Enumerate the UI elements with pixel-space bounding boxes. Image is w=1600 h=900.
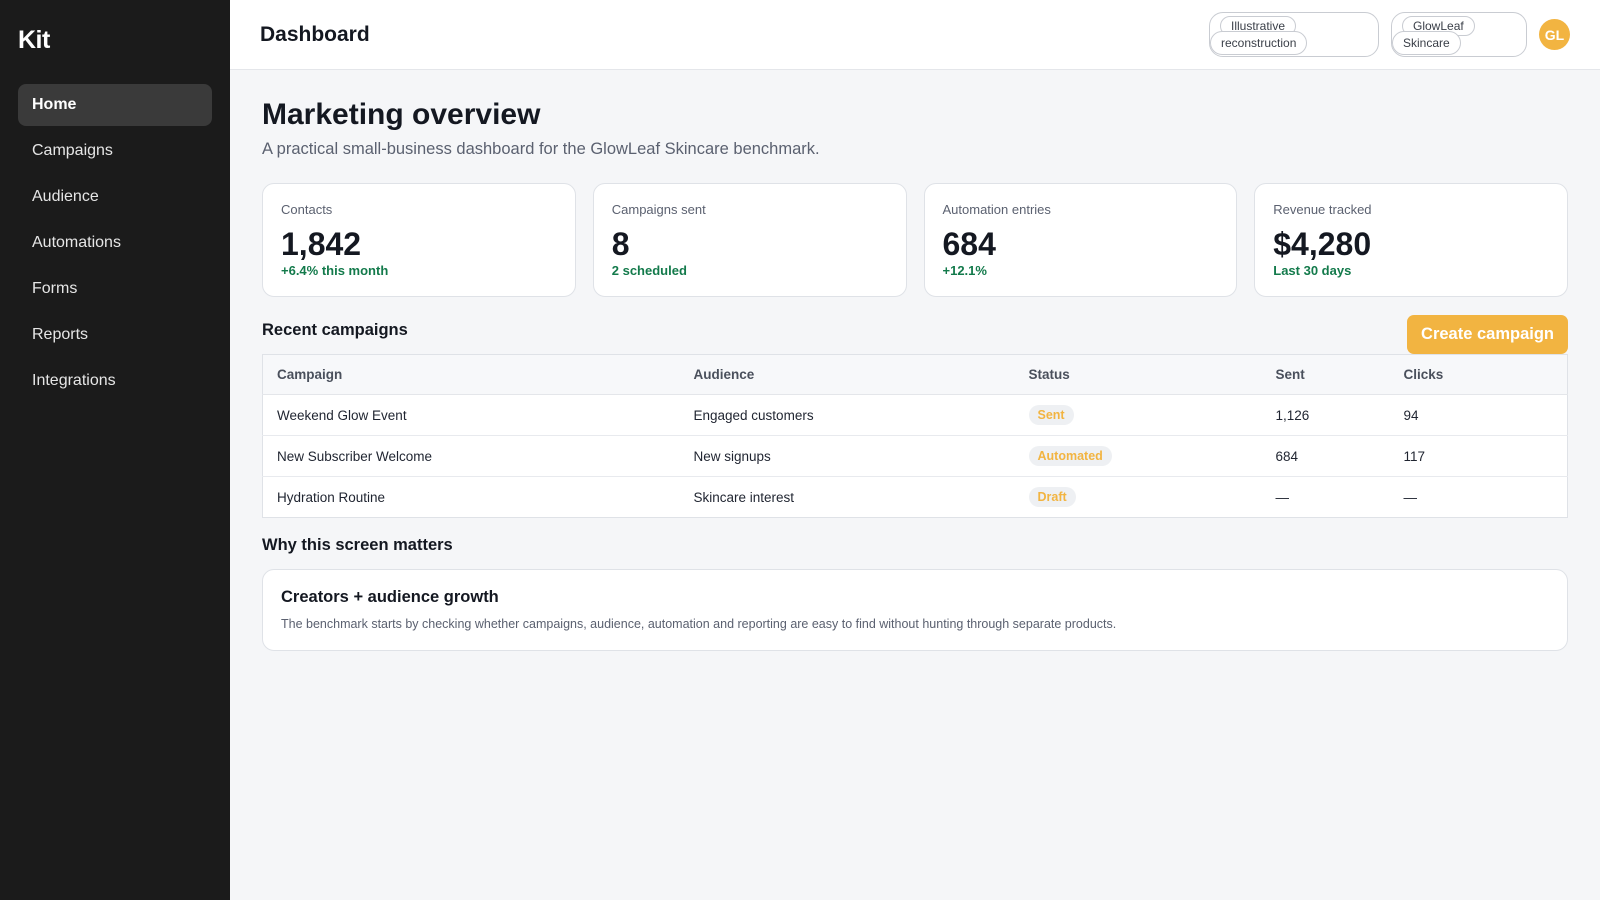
cell-clicks: 117 [1389,435,1568,477]
header-title: Dashboard [260,22,370,46]
main-area: Dashboard Illustrative reconstruction Gl… [230,0,1600,900]
sidebar-item-integrations[interactable]: Integrations [18,360,212,402]
cell-campaign[interactable]: New Subscriber Welcome [262,435,680,477]
stat-value: $4,280 [1273,226,1372,262]
sidebar-item-reports[interactable]: Reports [18,314,212,356]
avatar[interactable]: GL [1539,19,1570,50]
recent-campaigns-header: Recent campaigns Create campaign [262,315,1568,354]
cell-clicks: — [1403,489,1418,505]
stat-value: 1,842 [281,226,362,262]
status-badge: Automated [1028,446,1112,466]
stat-label: Revenue tracked [1273,202,1372,217]
reconstruction-chip[interactable]: Illustrative reconstruction [1209,12,1379,57]
status-badge: Draft [1028,487,1076,507]
column-header-audience[interactable]: Audience [679,354,1015,395]
table-row[interactable]: Weekend Glow Event Engaged customers Sen… [262,394,1568,436]
dashboard-content: Marketing overview A practical small-bus… [230,70,1600,651]
info-card: Creators + audience growth The benchmark… [262,569,1568,651]
cell-sent: 684 [1261,435,1390,477]
sidebar-item-home[interactable]: Home [18,84,212,126]
stat-value: 684 [942,226,996,262]
cell-campaign[interactable]: Hydration Routine [263,477,680,518]
table-row[interactable]: New Subscriber Welcome New signups Autom… [262,435,1568,477]
info-card-text: The benchmark starts by checking whether… [281,617,1117,631]
stat-label: Campaigns sent [611,202,706,217]
stats-row: Contacts 1,842 +6.4% this month Campaign… [262,183,1568,297]
table-row[interactable]: Hydration Routine Skincare interest Draf… [263,477,1568,518]
cell-clicks: 94 [1389,394,1568,436]
account-chip[interactable]: GlowLeaf Skincare [1391,12,1527,57]
stat-note: +6.4% this month [281,263,389,278]
stat-value: 8 [611,226,630,262]
cell-audience: Skincare interest [693,489,795,505]
sidebar-item-campaigns[interactable]: Campaigns [18,130,212,172]
column-header-sent[interactable]: Sent [1261,354,1390,395]
header-actions: Illustrative reconstruction GlowLeaf Ski… [1209,12,1570,57]
stat-note: 2 scheduled [611,263,687,278]
cell-status: Draft [1015,477,1262,518]
stat-card-campaigns-sent: Campaigns sent 8 2 scheduled [592,183,907,297]
chip-label-bottom: Skincare [1392,31,1461,55]
sidebar-item-forms[interactable]: Forms [18,268,212,310]
stat-card-revenue-tracked: Revenue tracked $4,280 Last 30 days [1254,183,1568,297]
status-badge: Sent [1028,405,1074,425]
stat-note: Last 30 days [1273,263,1352,278]
section-title-why: Why this screen matters [262,536,453,554]
chip-label-bottom: reconstruction [1210,31,1308,55]
cell-sent: — [1275,489,1290,505]
app-root: Kit Home Campaigns Audience Automations … [0,0,1600,900]
page-subtitle: A practical small-business dashboard for… [262,140,820,158]
cell-audience: New signups [679,435,1015,477]
page-title: Marketing overview [262,98,541,131]
cell-status: Automated [1014,435,1262,477]
brand-logo[interactable]: Kit [18,24,212,56]
topbar: Dashboard Illustrative reconstruction Gl… [230,0,1600,70]
sidebar: Kit Home Campaigns Audience Automations … [0,0,230,900]
cell-campaign[interactable]: Weekend Glow Event [262,394,680,436]
cell-audience: Engaged customers [679,394,1015,436]
stat-note: +12.1% [942,263,987,278]
create-campaign-button[interactable]: Create campaign [1407,315,1568,354]
sidebar-item-automations[interactable]: Automations [18,222,212,264]
column-header-status[interactable]: Status [1014,354,1262,395]
sidebar-item-audience[interactable]: Audience [18,176,212,218]
stat-card-contacts: Contacts 1,842 +6.4% this month [262,183,576,297]
sidebar-nav: Home Campaigns Audience Automations Form… [18,84,212,402]
table-header-row: Campaign Audience Status Sent Clicks [262,354,1568,395]
column-header-clicks[interactable]: Clicks [1389,354,1568,395]
stat-label: Automation entries [942,202,1051,217]
campaigns-table: Campaign Audience Status Sent Clicks Wee… [262,354,1568,518]
info-card-title: Creators + audience growth [281,588,499,606]
stat-card-automation-entries: Automation entries 684 +12.1% [923,183,1238,297]
stat-label: Contacts [281,202,333,217]
cell-sent: 1,126 [1261,394,1390,436]
column-header-campaign[interactable]: Campaign [262,354,680,395]
section-title-recent-campaigns: Recent campaigns [262,321,408,339]
cell-status: Sent [1014,394,1262,436]
